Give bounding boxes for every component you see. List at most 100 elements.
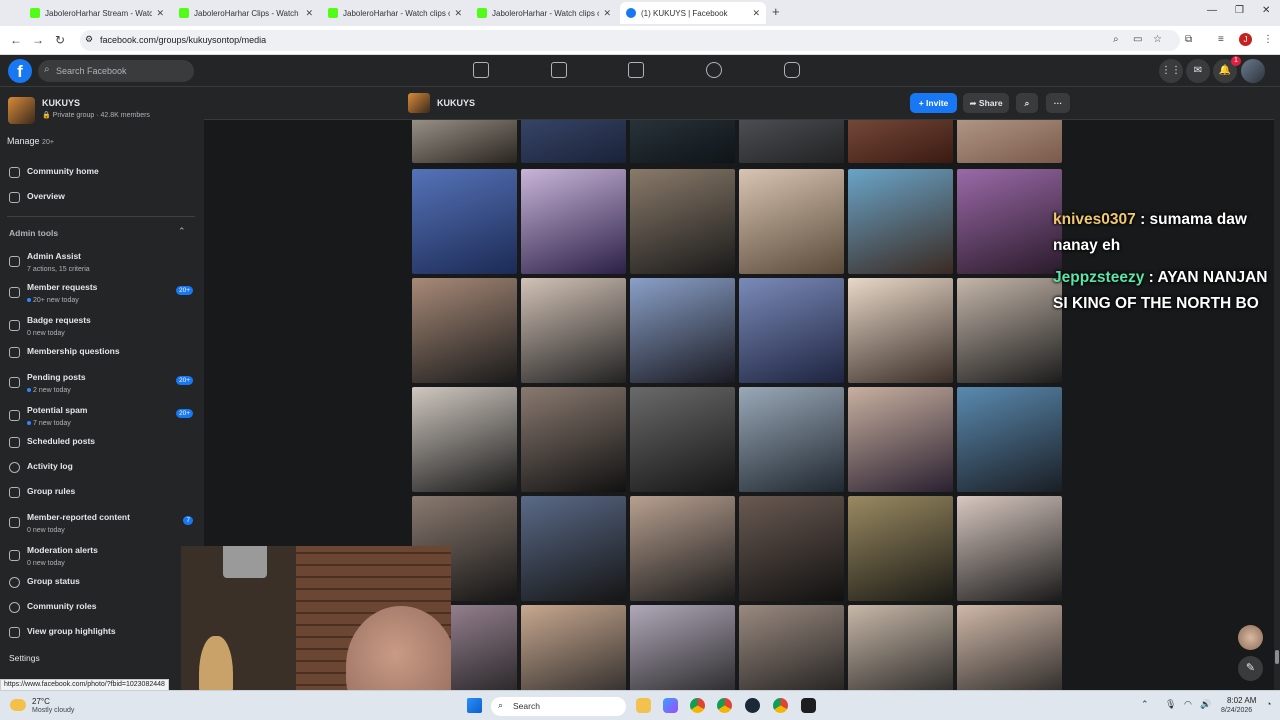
group-avatar[interactable]: [8, 97, 35, 124]
groups-nav-icon[interactable]: [706, 62, 722, 78]
profile-avatar-icon[interactable]: J: [1239, 33, 1252, 46]
weather-cloud-icon[interactable]: [10, 699, 26, 711]
extensions-icon[interactable]: ⧉: [1185, 34, 1192, 45]
search-group-button[interactable]: ⌕: [1016, 93, 1038, 113]
wifi-icon[interactable]: ◠: [1184, 699, 1192, 710]
steam-icon[interactable]: [745, 698, 760, 713]
chrome-icon[interactable]: [717, 698, 732, 713]
photo-thumbnail[interactable]: [521, 169, 626, 274]
photo-thumbnail[interactable]: [630, 496, 735, 601]
browser-tab-active[interactable]: (1) KUKUYS | Facebook ✕: [620, 2, 766, 24]
page-scrollbar[interactable]: [1274, 87, 1280, 690]
maximize-icon[interactable]: ❐: [1235, 5, 1244, 16]
minimize-icon[interactable]: —: [1207, 5, 1217, 16]
chevron-up-icon[interactable]: ⌃: [178, 226, 186, 237]
chevron-up-icon[interactable]: ⌃: [1141, 699, 1149, 710]
close-icon[interactable]: ✕: [156, 8, 164, 19]
group-name[interactable]: KUKUYS: [42, 98, 80, 108]
sidebar-item-potential-spam[interactable]: Potential spam 7 new today 20+: [0, 403, 204, 429]
search-input[interactable]: ⌕ Search Facebook: [38, 60, 194, 82]
new-tab-button[interactable]: +: [772, 4, 780, 19]
zoom-icon[interactable]: ⌕: [1113, 34, 1119, 45]
menu-grid-icon[interactable]: ⋮⋮: [1159, 59, 1183, 83]
copilot-icon[interactable]: [663, 698, 678, 713]
video-nav-icon[interactable]: [551, 62, 567, 78]
sidebar-item-community-home[interactable]: Community home: [0, 160, 204, 186]
sidebar-item-view-group-highlights[interactable]: View group highlights: [0, 620, 204, 646]
photo-thumbnail[interactable]: [848, 169, 953, 274]
sidebar-item-pending-posts[interactable]: Pending posts 2 new today 20+: [0, 370, 204, 396]
gaming-nav-icon[interactable]: [784, 62, 800, 78]
sidebar-item-moderation-alerts[interactable]: Moderation alerts 0 new today: [0, 543, 204, 569]
clock-date[interactable]: 8/24/2026: [1221, 707, 1252, 714]
photo-thumbnail[interactable]: [739, 169, 844, 274]
photo-thumbnail[interactable]: [521, 605, 626, 690]
photo-thumbnail[interactable]: [630, 169, 735, 274]
notification-center-icon[interactable]: ◔: [1266, 699, 1271, 709]
browser-tab[interactable]: JaboleroHarhar - Watch clips o ✕: [471, 2, 617, 24]
photo-thumbnail[interactable]: [848, 387, 953, 492]
photo-thumbnail[interactable]: [412, 387, 517, 492]
group-avatar[interactable]: [408, 93, 430, 113]
photo-thumbnail[interactable]: [739, 605, 844, 690]
photo-thumbnail[interactable]: [630, 278, 735, 383]
photo-thumbnail[interactable]: [848, 120, 953, 163]
media-icon[interactable]: ≡: [1218, 34, 1224, 45]
back-icon[interactable]: ←: [10, 33, 22, 47]
photo-thumbnail[interactable]: [957, 605, 1062, 690]
obs-icon[interactable]: [801, 698, 816, 713]
forward-icon[interactable]: →: [32, 33, 44, 47]
share-button[interactable]: ➦ Share: [963, 93, 1009, 113]
bookmark-star-icon[interactable]: ☆: [1153, 34, 1162, 45]
scrollbar-thumb[interactable]: [1275, 650, 1279, 664]
photo-thumbnail[interactable]: [630, 120, 735, 163]
microphone-icon[interactable]: 🎙: [1165, 699, 1176, 710]
menu-icon[interactable]: ⋮: [1263, 34, 1273, 45]
weather-temperature[interactable]: 27°C: [32, 697, 50, 706]
photo-thumbnail[interactable]: [521, 278, 626, 383]
photo-thumbnail[interactable]: [957, 169, 1062, 274]
invite-button[interactable]: + Invite: [910, 93, 957, 113]
file-explorer-icon[interactable]: [636, 698, 651, 713]
cast-icon[interactable]: ▭: [1133, 34, 1142, 45]
photo-thumbnail[interactable]: [957, 387, 1062, 492]
account-avatar[interactable]: [1241, 59, 1265, 83]
sidebar-item-badge-requests[interactable]: Badge requests 0 new today: [0, 313, 204, 339]
compose-message-icon[interactable]: ✎: [1238, 656, 1263, 681]
clock-time[interactable]: 8:02 AM: [1227, 696, 1256, 705]
browser-tab[interactable]: JaboleroHarhar Clips - Watch L ✕: [173, 2, 319, 24]
group-name[interactable]: KUKUYS: [437, 98, 475, 108]
photo-thumbnail[interactable]: [412, 278, 517, 383]
photo-thumbnail[interactable]: [739, 387, 844, 492]
settings-link[interactable]: Settings: [9, 653, 40, 663]
messenger-icon[interactable]: ✉: [1186, 59, 1210, 83]
photo-thumbnail[interactable]: [957, 496, 1062, 601]
photo-thumbnail[interactable]: [521, 496, 626, 601]
chrome-icon[interactable]: [690, 698, 705, 713]
photo-thumbnail[interactable]: [848, 605, 953, 690]
sidebar-item-group-rules[interactable]: Group rules: [0, 480, 204, 506]
close-icon[interactable]: ✕: [305, 8, 313, 19]
close-window-icon[interactable]: ✕: [1262, 5, 1270, 16]
sidebar-item-overview[interactable]: Overview: [0, 185, 204, 211]
more-options-button[interactable]: ···: [1046, 93, 1070, 113]
sidebar-item-member-reported-content[interactable]: Member-reported content 0 new today 7: [0, 510, 204, 536]
contact-avatar[interactable]: [1238, 625, 1263, 650]
sidebar-item-membership-questions[interactable]: Membership questions: [0, 340, 204, 366]
photo-thumbnail[interactable]: [848, 278, 953, 383]
marketplace-nav-icon[interactable]: [628, 62, 644, 78]
windows-start-icon[interactable]: [467, 698, 482, 713]
photo-thumbnail[interactable]: [957, 278, 1062, 383]
photo-thumbnail[interactable]: [521, 387, 626, 492]
browser-tab[interactable]: JaboleroHarhar Stream - Watch ✕: [24, 2, 170, 24]
sidebar-item-group-status[interactable]: Group status: [0, 570, 204, 596]
sidebar-item-admin-assist[interactable]: Admin Assist 7 actions, 15 criteria: [0, 249, 204, 275]
taskbar-search[interactable]: ⌕ Search: [491, 697, 626, 716]
photo-thumbnail[interactable]: [521, 120, 626, 163]
facebook-logo[interactable]: f: [8, 59, 32, 83]
site-info-icon[interactable]: ⚙: [85, 34, 93, 45]
reload-icon[interactable]: ↻: [55, 33, 65, 47]
photo-thumbnail[interactable]: [957, 120, 1062, 163]
sidebar-item-community-roles[interactable]: Community roles: [0, 595, 204, 621]
sidebar-item-scheduled-posts[interactable]: Scheduled posts: [0, 430, 204, 456]
